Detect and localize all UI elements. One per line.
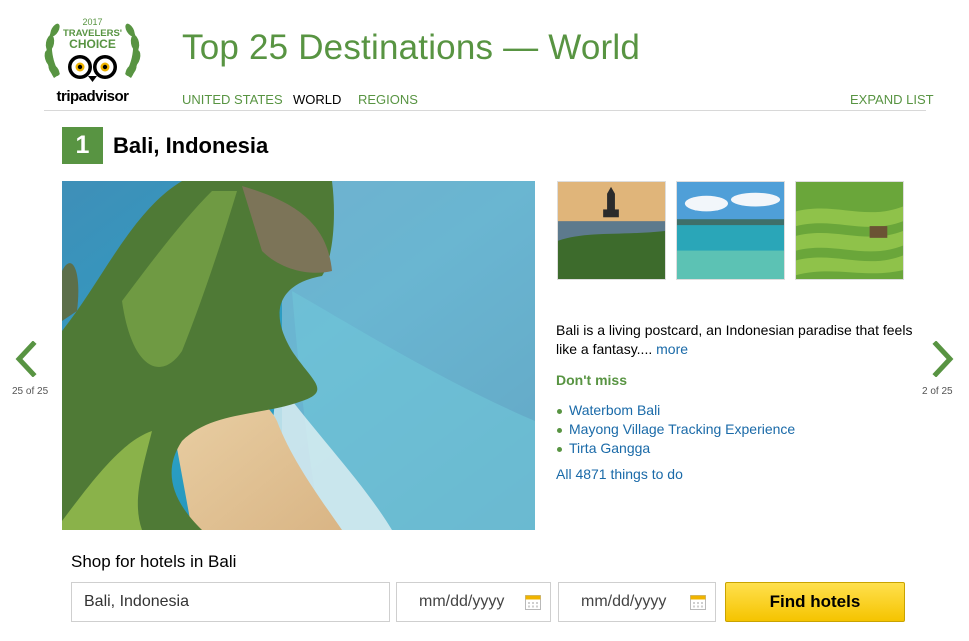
all-things-to-do-link[interactable]: All 4871 things to do	[556, 466, 683, 482]
prev-counter: 25 of 25	[12, 386, 49, 397]
nav-world[interactable]: WORLD	[293, 92, 341, 107]
checkout-placeholder: mm/dd/yyyy	[581, 593, 667, 610]
hotel-search-label: Shop for hotels in Bali	[71, 552, 237, 571]
destination-name: Bali, Indonesia	[113, 133, 269, 158]
rank-badge: 1	[62, 127, 103, 164]
calendar-icon[interactable]	[525, 594, 541, 610]
nav-regions[interactable]: REGIONS	[358, 92, 418, 107]
expand-list-link[interactable]: EXPAND LIST	[850, 92, 934, 107]
next-counter: 2 of 25	[922, 386, 953, 397]
attraction-link[interactable]: Waterbom Bali	[556, 401, 795, 420]
calendar-icon[interactable]	[690, 594, 706, 610]
destination-input[interactable]: Bali, Indonesia	[71, 582, 390, 622]
main-destination-photo[interactable]	[62, 181, 535, 530]
attraction-list: Waterbom Bali Mayong Village Tracking Ex…	[556, 401, 795, 458]
nav-united-states[interactable]: UNITED STATES	[182, 92, 283, 107]
logo-year: 2017	[82, 17, 102, 27]
thumbnail-beach[interactable]	[676, 181, 785, 280]
checkin-placeholder: mm/dd/yyyy	[419, 593, 505, 610]
thumbnail-rice-terraces[interactable]	[795, 181, 904, 280]
page-title: Top 25 Destinations — World	[182, 28, 641, 67]
dont-miss-heading: Don't miss	[556, 372, 628, 388]
chevron-right-icon[interactable]	[928, 341, 956, 377]
owl-logo-icon	[68, 55, 117, 82]
tripadvisor-wordmark: tripadvisor	[56, 88, 129, 105]
checkin-date-input[interactable]: mm/dd/yyyy	[396, 582, 551, 622]
attraction-link[interactable]: Tirta Gangga	[556, 439, 795, 458]
destination-description: Bali is a living postcard, an Indonesian…	[556, 322, 913, 357]
more-link[interactable]: more	[656, 341, 688, 357]
find-hotels-button[interactable]: Find hotels	[725, 582, 905, 622]
logo-award-line2: CHOICE	[69, 37, 116, 51]
chevron-left-icon[interactable]	[13, 341, 41, 377]
header-divider	[44, 110, 926, 111]
attraction-link[interactable]: Mayong Village Tracking Experience	[556, 420, 795, 439]
thumbnail-temple[interactable]	[557, 181, 666, 280]
checkout-date-input[interactable]: mm/dd/yyyy	[558, 582, 716, 622]
